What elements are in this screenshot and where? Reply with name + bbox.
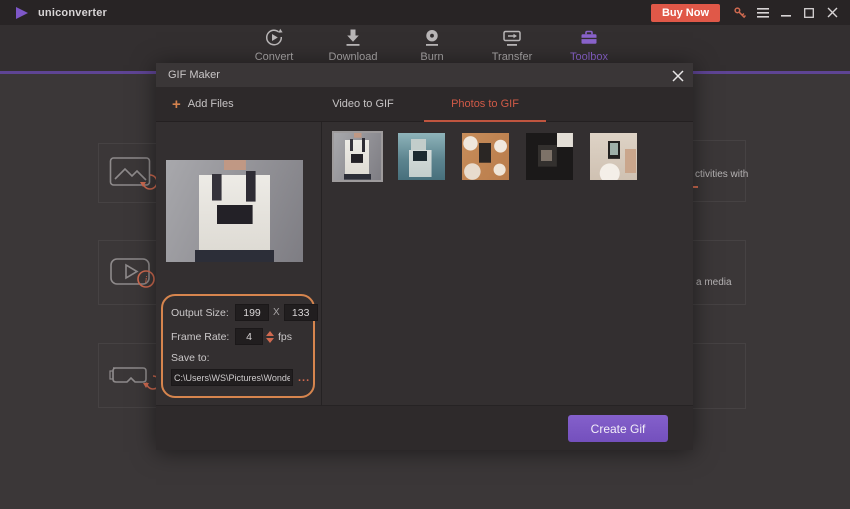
dialog-tab-bar: + Add Files Video to GIF Photos to GIF xyxy=(156,87,693,122)
tab-photos-to-gif[interactable]: Photos to GIF xyxy=(424,87,546,121)
svg-text:i: i xyxy=(145,275,148,286)
output-width-input[interactable] xyxy=(235,304,269,321)
key-icon[interactable] xyxy=(732,5,748,21)
stepper-down-icon[interactable] xyxy=(266,338,274,343)
photo-thumbnail-4[interactable] xyxy=(526,133,573,180)
dialog-content: Output Size: X Frame Rate: fps Save to: … xyxy=(156,122,693,405)
browse-button[interactable]: ... xyxy=(298,372,310,384)
minimize-icon[interactable] xyxy=(778,5,794,21)
dialog-close-icon[interactable] xyxy=(670,68,685,83)
image-converter-icon xyxy=(109,153,157,193)
play-logo-icon xyxy=(16,7,29,19)
card-text-fragment: a media xyxy=(696,277,732,288)
stepper-up-icon[interactable] xyxy=(266,331,274,336)
plus-icon: + xyxy=(172,97,181,112)
app-logo: uniconverter xyxy=(16,7,107,19)
maximize-icon[interactable] xyxy=(801,5,817,21)
dialog-footer: Create Gif xyxy=(156,405,693,450)
nav-label: Download xyxy=(329,51,378,63)
create-gif-button[interactable]: Create Gif xyxy=(568,415,668,442)
burn-icon xyxy=(421,27,443,49)
frame-rate-input[interactable] xyxy=(235,328,263,345)
gif-maker-dialog: GIF Maker + Add Files Video to GIF Photo… xyxy=(156,63,693,450)
frame-rate-stepper[interactable] xyxy=(266,331,274,343)
nav-label: Toolbox xyxy=(570,51,608,63)
nav-label: Convert xyxy=(255,51,294,63)
close-icon[interactable] xyxy=(824,5,840,21)
save-path-input[interactable] xyxy=(171,369,293,386)
output-size-row: Output Size: X xyxy=(171,304,305,321)
output-settings-group: Output Size: X Frame Rate: fps Save to: … xyxy=(161,294,315,398)
download-icon xyxy=(342,27,364,49)
toolbox-icon xyxy=(578,27,600,49)
photo-thumbnail-list xyxy=(334,133,637,180)
gif-preview-image xyxy=(166,160,303,262)
menu-icon[interactable] xyxy=(755,5,771,21)
vr-converter-icon xyxy=(109,356,157,396)
video-info-icon: i xyxy=(109,253,157,293)
photo-thumbnail-1[interactable] xyxy=(334,133,381,180)
buy-now-button[interactable]: Buy Now xyxy=(651,4,720,22)
output-height-input[interactable] xyxy=(284,304,318,321)
fps-label: fps xyxy=(278,331,292,343)
dialog-title: GIF Maker xyxy=(168,69,220,81)
app-title: uniconverter xyxy=(38,7,107,19)
photo-thumbnail-2[interactable] xyxy=(398,133,445,180)
save-path-row: ... xyxy=(171,369,305,386)
add-files-label: Add Files xyxy=(188,98,234,110)
photo-thumbnail-5[interactable] xyxy=(590,133,637,180)
output-size-label: Output Size: xyxy=(171,307,235,319)
convert-icon xyxy=(263,27,285,49)
save-to-row: Save to: xyxy=(171,352,305,364)
photo-thumbnail-3[interactable] xyxy=(462,133,509,180)
window-controls xyxy=(732,5,840,21)
card-text-fragment: ctivities with xyxy=(695,169,748,180)
frame-rate-row: Frame Rate: fps xyxy=(171,328,305,345)
dialog-header: GIF Maker xyxy=(156,63,693,87)
tab-video-to-gif[interactable]: Video to GIF xyxy=(301,87,425,121)
card-link-fragment xyxy=(693,186,698,188)
size-separator: X xyxy=(273,307,280,318)
save-to-label: Save to: xyxy=(171,352,210,364)
nav-label: Burn xyxy=(420,51,443,63)
panel-divider xyxy=(321,122,322,405)
add-files-button[interactable]: + Add Files xyxy=(172,87,234,121)
transfer-icon xyxy=(501,27,523,49)
title-bar: uniconverter Buy Now xyxy=(0,0,850,25)
nav-label: Transfer xyxy=(492,51,533,63)
frame-rate-label: Frame Rate: xyxy=(171,331,235,343)
